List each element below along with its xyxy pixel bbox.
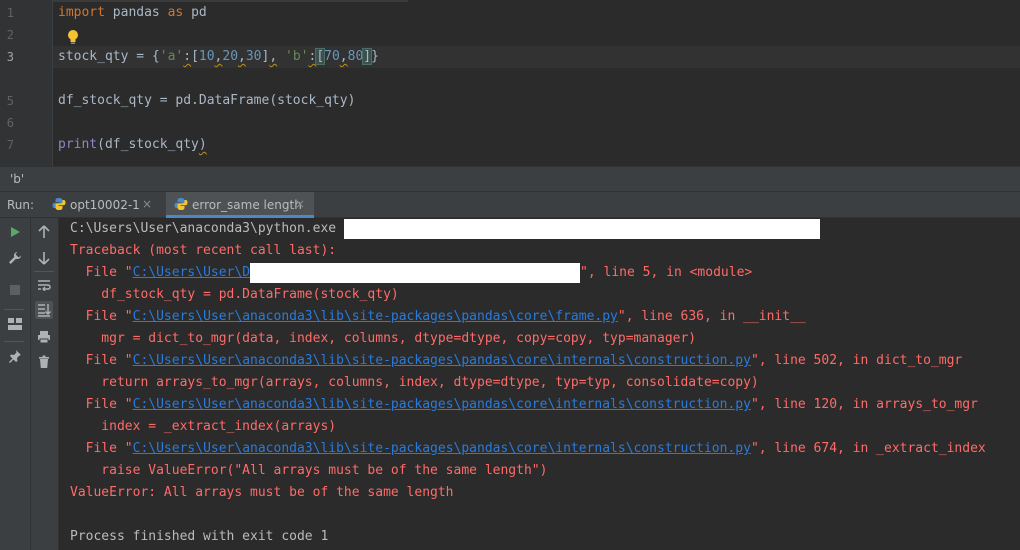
error-message: ValueError: All arrays must be of the sa… <box>70 485 454 500</box>
code-editor[interactable]: 1 2 3 5 6 7 import pandas as pd stock_qt… <box>0 0 1020 166</box>
file-link[interactable]: C:\Users\User\anaconda3\lib\site-package… <box>133 441 751 456</box>
redaction-block <box>343 219 820 239</box>
lightbulb-icon[interactable] <box>66 29 80 45</box>
console-line: File "C:\Users\User\anaconda3\lib\site-p… <box>70 441 986 456</box>
file-link[interactable]: C:\Users\User\anaconda3\lib\site-package… <box>133 309 618 324</box>
tab-label: opt10002-1 <box>70 198 140 212</box>
line-number: 5 <box>6 94 14 108</box>
wrench-icon[interactable] <box>6 249 24 267</box>
code-line-3[interactable]: stock_qty = {'a':[10,20,30], 'b':[70,80]… <box>58 46 379 68</box>
line-number: 6 <box>6 116 14 130</box>
toolbar-separator <box>4 309 24 310</box>
up-arrow-icon[interactable] <box>35 223 53 241</box>
console-output[interactable]: C:\Users\User\anaconda3\python.exe Trace… <box>59 218 1020 550</box>
console-line: C:\Users\User\anaconda3\python.exe <box>70 218 820 240</box>
toolbar-separator <box>34 271 54 272</box>
breadcrumb: 'b' <box>0 166 1020 192</box>
down-arrow-icon[interactable] <box>35 249 53 267</box>
console-line: return arrays_to_mgr(arrays, columns, in… <box>70 375 759 390</box>
file-link[interactable]: C:\Users\User\D <box>133 265 250 280</box>
print-icon[interactable] <box>35 328 53 346</box>
tab-label: error_same length <box>192 198 302 212</box>
tab-error-same-length[interactable]: error_same length × <box>166 192 314 218</box>
line-number: 7 <box>6 138 14 152</box>
layout-icon[interactable] <box>6 315 24 333</box>
close-icon[interactable]: × <box>142 197 152 211</box>
trash-icon[interactable] <box>35 353 53 371</box>
line-number: 3 <box>6 50 14 64</box>
exit-status: Process finished with exit code 1 <box>70 529 329 544</box>
console-line: File "C:\Users\User\D ", line 5, in <modu… <box>70 262 752 284</box>
console-line: File "C:\Users\User\anaconda3\lib\site-p… <box>70 309 806 324</box>
pin-icon[interactable] <box>6 347 24 365</box>
toolbar-separator <box>4 341 24 342</box>
console-line: mgr = dict_to_mgr(data, index, columns, … <box>70 331 697 346</box>
scroll-to-end-icon[interactable] <box>35 301 53 319</box>
redaction-block <box>250 263 581 283</box>
soft-wrap-icon[interactable] <box>35 276 53 294</box>
line-number: 1 <box>6 6 14 20</box>
console-line: File "C:\Users\User\anaconda3\lib\site-p… <box>70 397 978 412</box>
tab-opt10002-1[interactable]: opt10002-1 × <box>52 192 162 218</box>
console-line: index = _extract_index(arrays) <box>70 419 337 434</box>
code-line-1[interactable]: import pandas as pd <box>58 2 207 24</box>
run-toolbar-secondary <box>31 218 59 550</box>
breadcrumb-item[interactable]: 'b' <box>10 172 24 186</box>
rerun-icon[interactable] <box>6 223 24 241</box>
code-line-5[interactable]: df_stock_qty = pd.DataFrame(stock_qty) <box>58 90 355 112</box>
run-tab-bar: Run: opt10002-1 × error_same length × <box>0 192 1020 218</box>
line-number: 2 <box>6 28 14 42</box>
python-icon <box>52 197 66 211</box>
console-line: raise ValueError("All arrays must be of … <box>70 463 548 478</box>
file-link[interactable]: C:\Users\User\anaconda3\lib\site-package… <box>133 397 751 412</box>
run-toolbar-primary <box>0 218 31 550</box>
python-icon <box>174 197 188 211</box>
close-icon[interactable]: × <box>295 197 305 211</box>
console-line: df_stock_qty = pd.DataFrame(stock_qty) <box>70 287 399 302</box>
console-line: File "C:\Users\User\anaconda3\lib\site-p… <box>70 353 963 368</box>
run-label: Run: <box>7 198 35 212</box>
line-number-gutter: 1 2 3 5 6 7 <box>0 0 53 166</box>
console-line: Traceback (most recent call last): <box>70 243 337 258</box>
stop-icon[interactable] <box>6 281 24 299</box>
file-link[interactable]: C:\Users\User\anaconda3\lib\site-package… <box>133 353 751 368</box>
code-line-7[interactable]: print(df_stock_qty) <box>58 134 207 156</box>
